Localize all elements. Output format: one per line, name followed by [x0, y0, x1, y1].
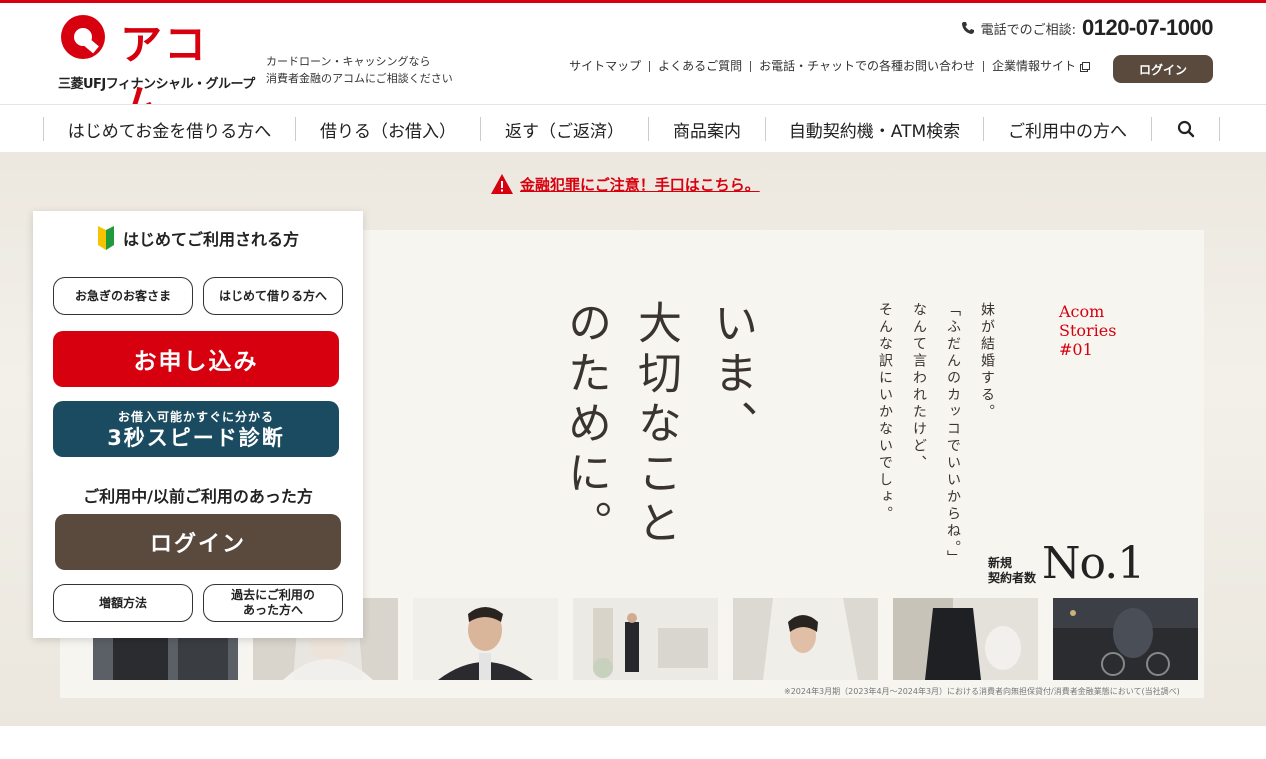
- diagnosis-subtitle: お借入可能かすぐに分かる: [117, 409, 274, 424]
- diagnosis-title: 3秒スピード診断: [107, 425, 285, 450]
- phone-contact[interactable]: 電話でのご相談: 0120-07-1000: [961, 15, 1214, 41]
- phone-label: 電話でのご相談:: [980, 22, 1076, 38]
- no1-label-line1: 新規: [988, 556, 1013, 570]
- photo-suit-preparation: [893, 598, 1038, 680]
- link-corporate-label: 企業情報サイト: [991, 59, 1076, 73]
- link-corporate[interactable]: 企業情報サイト: [982, 59, 1098, 73]
- copy-col3: なんて言われたけど、: [911, 302, 927, 472]
- nav-item-atm-search[interactable]: 自動契約機・ATM検索: [765, 117, 983, 142]
- copy-col4: そんな訳にいかないでしょ。: [877, 302, 893, 523]
- acom-logo[interactable]: アコム 三菱UFJフィナンシャル・グループ: [58, 13, 255, 130]
- link-sitemap[interactable]: サイトマップ: [561, 60, 649, 72]
- group-name: 三菱UFJフィナンシャル・グループ: [58, 77, 255, 92]
- no1-label-line2: 契約者数: [988, 571, 1037, 585]
- speed-diagnosis-button[interactable]: お借入可能かすぐに分かる 3秒スピード診断: [53, 401, 339, 457]
- headline-col2: 大切なこと: [630, 300, 681, 550]
- external-link-icon: [1080, 61, 1090, 72]
- no1-label: 新規 契約者数: [988, 556, 1036, 586]
- phone-number[interactable]: 0120-07-1000: [1082, 15, 1214, 41]
- global-nav: はじめてお金を借りる方へ 借りる（お借入） 返す（ご返済） 商品案内 自動契約機…: [0, 104, 1266, 152]
- returning-user-title: ご利用中/以前ご利用のあった方: [83, 487, 313, 506]
- acom-logo-mark-icon: [61, 15, 105, 59]
- headline-col3: のために。: [560, 300, 611, 550]
- tagline-line2: 消費者金融のアコムにご相談ください: [266, 72, 453, 85]
- photo-bride-veil: [733, 598, 878, 680]
- stories-line2: Stories: [1059, 321, 1117, 340]
- photo-groom-standing: [573, 598, 718, 680]
- apply-button[interactable]: お申し込み: [53, 331, 339, 387]
- tagline-line1: カードローン・キャッシングなら: [266, 55, 431, 68]
- link-contact[interactable]: お電話・チャットでの各種お問い合わせ: [750, 60, 983, 72]
- no1-badge: 新規 契約者数 No.1: [988, 538, 1145, 589]
- copy-col2: 「ふだんのカッコでいいからね。」: [945, 302, 961, 567]
- nav-item-members[interactable]: ご利用中の方へ: [983, 117, 1151, 142]
- panel-title: はじめてご利用される方: [122, 230, 299, 249]
- increase-limit-button[interactable]: 増額方法: [53, 584, 193, 622]
- nav-item-borrow[interactable]: 借りる（お借入）: [295, 117, 480, 142]
- utility-links: サイトマップ よくあるご質問 お電話・チャットでの各種お問い合わせ 企業情報サイ…: [561, 59, 1098, 73]
- no1-value: No.1: [1042, 538, 1145, 589]
- past-user-button[interactable]: 過去にご利用の あった方へ: [203, 584, 343, 622]
- search-icon: [1177, 120, 1194, 138]
- tagline: カードローン・キャッシングなら 消費者金融のアコムにご相談ください: [266, 53, 453, 87]
- nav-item-repay[interactable]: 返す（ご返済）: [480, 117, 648, 142]
- panel-header: はじめてご利用される方: [33, 226, 363, 250]
- fraud-alert-link[interactable]: 金融犯罪にご注意！手口はこちら。: [490, 173, 760, 195]
- nav-item-first-time[interactable]: はじめてお金を借りる方へ: [43, 117, 295, 142]
- headline-col1: いま、: [706, 300, 757, 450]
- acom-stories-label: Acom Stories #01: [1059, 302, 1116, 359]
- panel-login-button[interactable]: ログイン: [55, 514, 341, 570]
- nav-item-products[interactable]: 商品案内: [648, 117, 765, 142]
- photo-night-bicycle: [1053, 598, 1198, 680]
- first-borrow-button[interactable]: はじめて借りる方へ: [203, 277, 343, 315]
- header-login-button[interactable]: ログイン: [1113, 55, 1213, 83]
- fraud-alert-text: 金融犯罪にご注意！手口はこちら。: [520, 175, 760, 194]
- stories-line1: Acom: [1059, 302, 1105, 321]
- link-faq[interactable]: よくあるご質問: [649, 60, 750, 72]
- past-user-line1: 過去にご利用の: [231, 588, 315, 602]
- beginner-mark-icon: [97, 226, 114, 250]
- past-user-line2: あった方へ: [242, 603, 303, 617]
- warning-icon: [491, 174, 513, 194]
- site-header: アコム 三菱UFJフィナンシャル・グループ カードローン・キャッシングなら 消費…: [0, 3, 1266, 130]
- nav-search-button[interactable]: [1151, 117, 1220, 141]
- photo-man-portrait: [413, 598, 558, 680]
- stories-line3: #01: [1059, 340, 1093, 359]
- urgent-customer-button[interactable]: お急ぎのお客さま: [53, 277, 193, 315]
- phone-icon: [961, 22, 974, 34]
- first-time-user-panel: はじめてご利用される方 お急ぎのお客さま はじめて借りる方へ お申し込み お借入…: [33, 211, 363, 638]
- poster-footnote: ※2024年3月期（2023年4月〜2024年3月）における消費者向無担保貸付/…: [784, 687, 1180, 696]
- copy-col1: 妹が結婚する。: [979, 302, 995, 421]
